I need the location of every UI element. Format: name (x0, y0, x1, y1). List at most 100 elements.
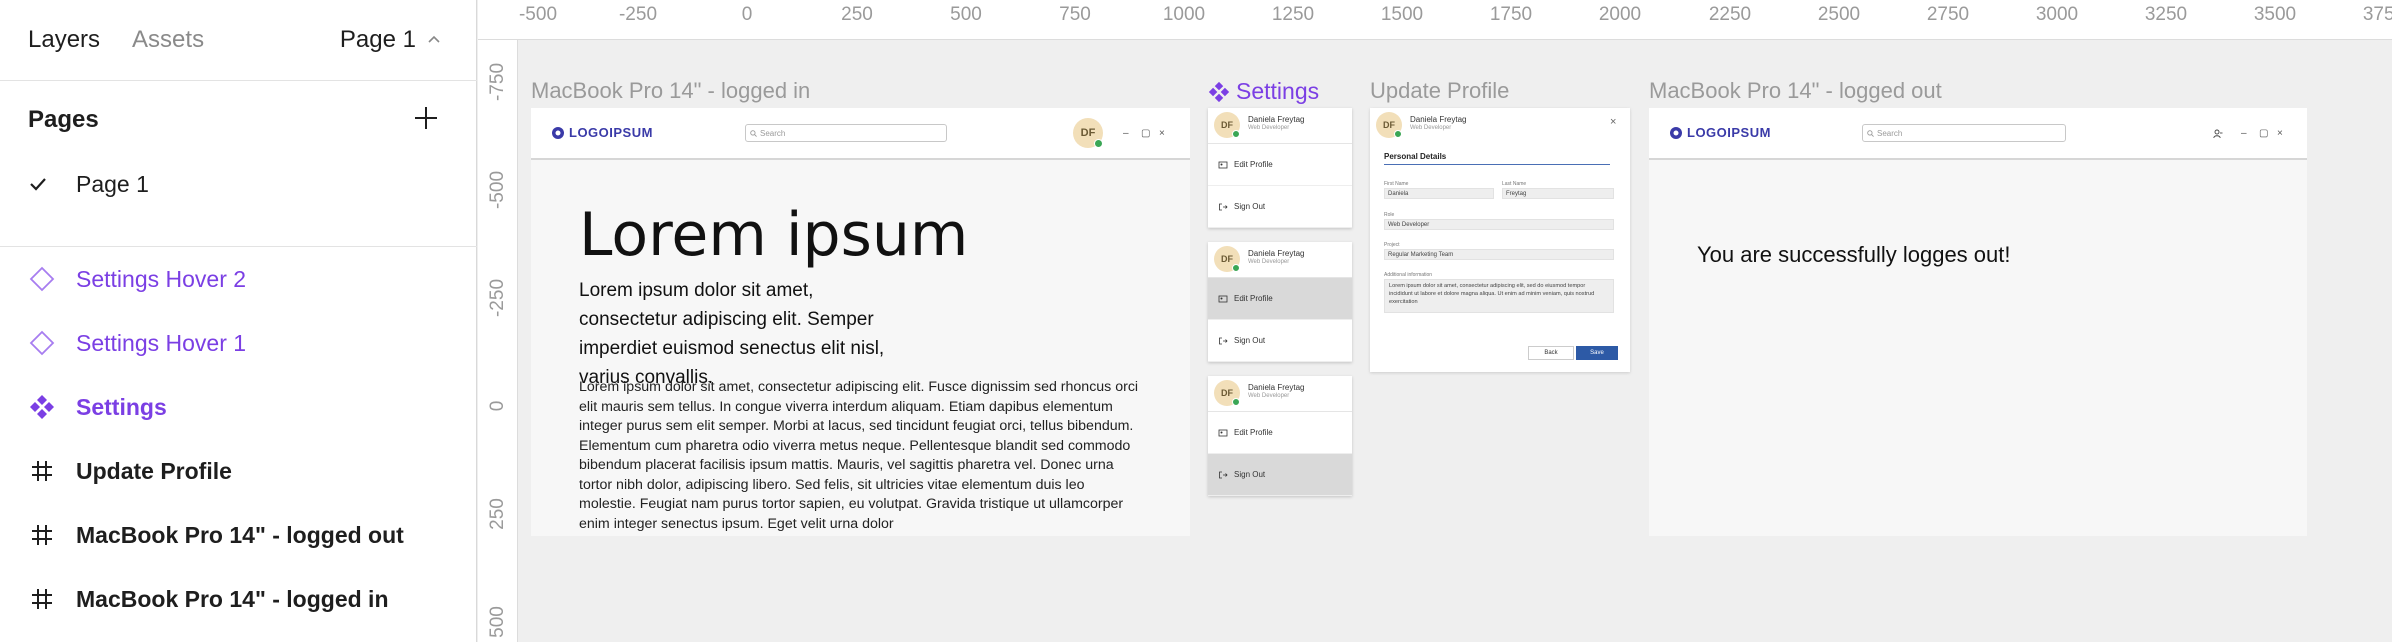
first-name-field[interactable]: Daniela (1384, 188, 1494, 199)
additional-info-label: Additional information (1384, 272, 1433, 278)
layer-settings-hover-2[interactable]: Settings Hover 2 (28, 262, 246, 296)
role-label: Role (1384, 212, 1395, 218)
hero-subheading: Lorem ipsum dolor sit amet, consectetur … (579, 280, 885, 388)
project-label: Project (1384, 242, 1400, 248)
panel-tabs: Layers Assets (28, 26, 204, 54)
sign-out-icon (1219, 471, 1228, 478)
settings-card-header: DF Daniela Freytag Web Developer (1208, 242, 1352, 278)
frame-macbook-logged-out[interactable]: LOGOIPSUM Search – ▢ × You are successfu… (1649, 108, 2307, 536)
app-header: LOGOIPSUM Search – ▢ × (1649, 108, 2307, 160)
tab-layers[interactable]: Layers (28, 26, 100, 54)
menu-item-sign-out[interactable]: Sign Out (1208, 186, 1352, 228)
menu-item-edit-profile[interactable]: Edit Profile (1208, 412, 1352, 454)
avatar: DF (1376, 112, 1402, 138)
logo-text: LOGOIPSUM (569, 125, 653, 140)
app-header: LOGOIPSUM Search DF – ▢ × (531, 108, 1190, 160)
settings-card-hover-edit[interactable]: DF Daniela Freytag Web Developer Edit Pr… (1208, 242, 1352, 362)
avatar-initials: DF (1383, 120, 1395, 130)
menu-item-edit-profile[interactable]: Edit Profile (1208, 144, 1352, 186)
online-status-dot (1094, 139, 1103, 148)
ruler-label: 500 (950, 4, 982, 25)
minimize-icon[interactable]: – (2241, 128, 2247, 139)
user-name: Daniela Freytag (1410, 115, 1467, 124)
user-name: Daniela Freytag (1248, 383, 1305, 392)
close-icon[interactable]: × (2277, 128, 2283, 139)
component-instance-icon (28, 265, 56, 293)
search-icon (1867, 129, 1874, 137)
page-item-page-1[interactable]: Page 1 (28, 168, 149, 200)
menu-item-edit-profile[interactable]: Edit Profile (1208, 278, 1352, 320)
logo-text: LOGOIPSUM (1687, 125, 1771, 140)
last-name-label: Last Name (1502, 181, 1527, 187)
ruler-label: 2750 (1926, 4, 1970, 25)
menu-item-label: Sign Out (1234, 202, 1266, 211)
menu-item-label: Edit Profile (1234, 294, 1273, 303)
search-placeholder: Search (1877, 128, 1903, 138)
menu-item-sign-out[interactable]: Sign Out (1208, 320, 1352, 362)
online-status-dot (1232, 264, 1240, 272)
frame-update-profile[interactable]: DF Daniela Freytag Web Developer × Perso… (1370, 108, 1630, 372)
menu-item-label: Edit Profile (1234, 160, 1273, 169)
online-status-dot (1232, 130, 1240, 138)
layer-label: MacBook Pro 14" - logged in (76, 585, 389, 612)
avatar-initials: DF (1080, 127, 1096, 139)
frame-title-settings[interactable]: Settings (1208, 78, 1319, 105)
component-icon (1208, 81, 1230, 102)
logo-icon (1670, 126, 1682, 139)
search-placeholder: Search (760, 128, 786, 138)
sign-out-icon (1219, 203, 1228, 210)
frame-icon (28, 585, 56, 613)
layer-macbook-logged-out[interactable]: MacBook Pro 14" - logged out (28, 518, 404, 552)
edit-profile-icon (1218, 161, 1228, 168)
layer-settings[interactable]: Settings (28, 390, 167, 424)
avatar[interactable]: DF (1073, 118, 1103, 148)
close-icon[interactable]: × (1610, 116, 1616, 128)
page-switcher[interactable]: Page 1 (340, 26, 442, 54)
ruler-horizontal: -500 -250 0 250 500 750 1000 1250 1500 1… (478, 0, 2392, 40)
tab-assets[interactable]: Assets (132, 26, 204, 54)
back-button[interactable]: Back (1528, 346, 1574, 360)
search-input[interactable]: Search (745, 124, 947, 142)
avatar: DF (1214, 380, 1240, 406)
sign-out-icon (1219, 337, 1228, 344)
plus-icon[interactable] (412, 104, 440, 132)
divider (0, 80, 477, 81)
avatar-initials: DF (1221, 254, 1233, 264)
ruler-label: 1250 (1271, 4, 1315, 25)
frame-icon (28, 457, 56, 485)
ruler-label: 3000 (2035, 4, 2079, 25)
frame-title-logged-in[interactable]: MacBook Pro 14" - logged in (531, 78, 810, 104)
minimize-icon[interactable]: – (1123, 128, 1129, 139)
settings-title-text: Settings (1236, 78, 1320, 104)
frame-macbook-logged-in[interactable]: LOGOIPSUM Search DF – ▢ × Lorem ipsum Lo… (531, 108, 1190, 536)
first-name-label: First Name (1384, 181, 1409, 187)
page-switcher-label: Page 1 (339, 26, 416, 53)
save-button[interactable]: Save (1576, 346, 1618, 360)
search-input[interactable]: Search (1862, 124, 2066, 142)
menu-item-sign-out[interactable]: Sign Out (1208, 454, 1352, 496)
ruler-label: 1500 (1380, 4, 1424, 25)
ruler-label: 3750 (2362, 4, 2392, 25)
layer-update-profile[interactable]: Update Profile (28, 454, 232, 488)
close-icon[interactable]: × (1159, 128, 1165, 139)
additional-info-textarea[interactable]: Lorem ipsum dolor sit amet, consectetur … (1384, 279, 1614, 313)
layer-macbook-logged-in[interactable]: MacBook Pro 14" - logged in (28, 582, 389, 616)
ruler-label: -750 (487, 62, 508, 102)
frame-title-update-profile[interactable]: Update Profile (1370, 78, 1509, 104)
project-field[interactable]: Regular Marketing Team (1384, 249, 1614, 260)
last-name-field[interactable]: Freytag (1502, 188, 1614, 199)
settings-card-default[interactable]: DF Daniela Freytag Web Developer Edit Pr… (1208, 108, 1352, 228)
user-name: Daniela Freytag (1248, 249, 1305, 258)
maximize-icon[interactable]: ▢ (2259, 128, 2268, 139)
layer-settings-hover-1[interactable]: Settings Hover 1 (28, 326, 246, 360)
role-field[interactable]: Web Developer (1384, 219, 1614, 230)
search-icon (750, 129, 757, 137)
maximize-icon[interactable]: ▢ (1141, 128, 1150, 139)
pages-heading: Pages (28, 106, 99, 133)
user-login-icon[interactable] (2213, 129, 2223, 139)
settings-card-hover-signout[interactable]: DF Daniela Freytag Web Developer Edit Pr… (1208, 376, 1352, 496)
logged-out-message: You are successfully logges out! (1697, 242, 2011, 267)
frame-title-logged-out[interactable]: MacBook Pro 14" - logged out (1649, 78, 1942, 104)
ruler-label: 2250 (1708, 4, 1752, 25)
menu-item-label: Edit Profile (1234, 428, 1273, 437)
